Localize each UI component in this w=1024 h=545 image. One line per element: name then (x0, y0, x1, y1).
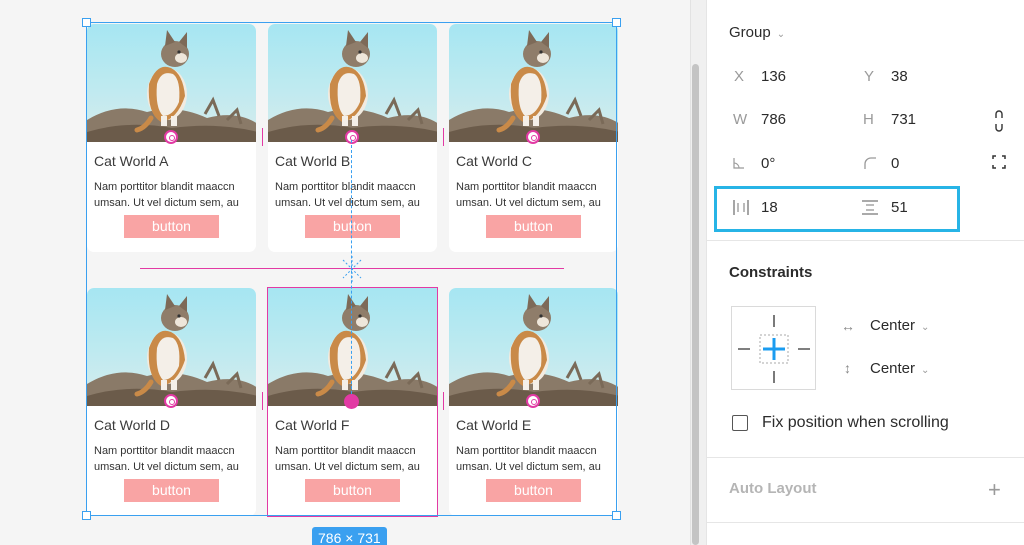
add-auto-layout-icon[interactable]: + (988, 479, 1001, 501)
design-canvas[interactable]: Cat World A Nam porttitor blandit maaccn… (0, 0, 690, 545)
auto-layout-title: Auto Layout (729, 480, 817, 497)
chevron-down-icon: ⌄ (921, 322, 930, 333)
x-input[interactable]: 136 (761, 68, 786, 85)
constraint-center-icon (738, 315, 810, 383)
spacing-highlight-box (714, 186, 960, 232)
resize-handle-bottom-right[interactable] (612, 511, 621, 520)
layer-type-dropdown[interactable]: Group ⌄ (729, 24, 785, 41)
independent-corners-icon[interactable] (992, 155, 1006, 169)
vertical-constraint-value: Center (870, 360, 916, 377)
rotation-input[interactable]: 0° (761, 155, 775, 172)
selection-size-badge: 786 × 731 (312, 527, 387, 545)
group-selection-frame[interactable] (86, 22, 617, 516)
y-label: Y (864, 68, 875, 85)
horizontal-spacing-icon (733, 200, 749, 215)
properties-panel: Group ⌄ X 136 Y 38 W 786 H 731 0° 0 18 51… (706, 0, 1024, 545)
section-divider (707, 240, 1024, 241)
constraints-title: Constraints (729, 264, 813, 281)
rotation-icon (733, 158, 744, 169)
constrain-proportions-icon[interactable] (993, 109, 1005, 133)
canvas-scrollbar-thumb[interactable] (692, 64, 699, 545)
fix-position-checkbox[interactable] (732, 415, 748, 431)
horizontal-spacing-input[interactable]: 18 (761, 199, 778, 216)
resize-handle-top-left[interactable] (82, 18, 91, 27)
vertical-spacing-icon (862, 200, 878, 215)
horizontal-arrows-icon: ↔ (841, 318, 855, 334)
h-label: H (863, 111, 874, 128)
vertical-constraint-dropdown[interactable]: Center ⌄ (870, 360, 929, 377)
section-divider (707, 457, 1024, 458)
resize-handle-top-right[interactable] (612, 18, 621, 27)
height-input[interactable]: 731 (891, 111, 916, 128)
constraints-widget[interactable] (731, 306, 816, 390)
corner-radius-input[interactable]: 0 (891, 155, 899, 172)
layer-type-label: Group (729, 24, 771, 41)
fix-position-label: Fix position when scrolling (762, 414, 949, 431)
section-divider (707, 522, 1024, 523)
resize-handle-bottom-left[interactable] (82, 511, 91, 520)
y-input[interactable]: 38 (891, 68, 908, 85)
vertical-spacing-input[interactable]: 51 (891, 199, 908, 216)
chevron-down-icon: ⌄ (776, 29, 786, 40)
x-label: X (734, 68, 745, 85)
vertical-arrows-icon: ↕ (844, 360, 851, 376)
corner-radius-icon (864, 157, 876, 169)
horizontal-constraint-value: Center (870, 317, 916, 334)
chevron-down-icon: ⌄ (921, 365, 930, 376)
width-input[interactable]: 786 (761, 111, 786, 128)
horizontal-constraint-dropdown[interactable]: Center ⌄ (870, 317, 929, 334)
w-label: W (733, 111, 748, 128)
